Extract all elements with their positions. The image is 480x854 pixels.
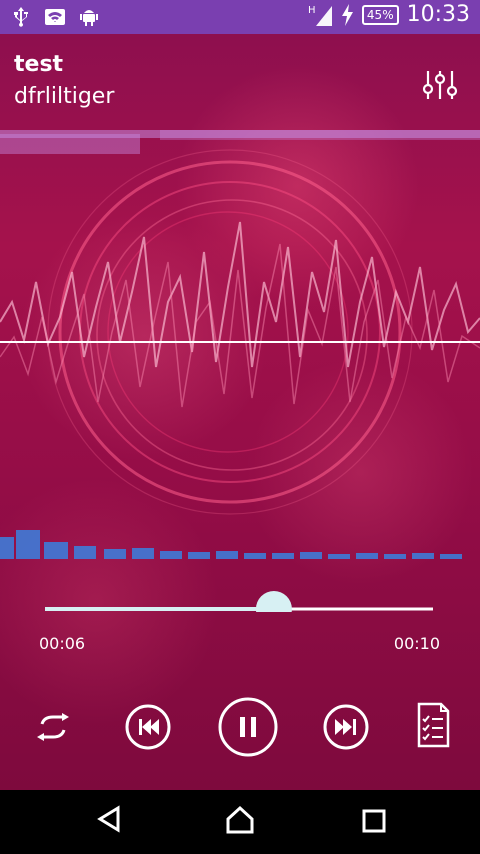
total-time: 00:10: [393, 634, 440, 653]
charging-icon: [341, 3, 353, 26]
skip-next-icon[interactable]: [322, 703, 370, 751]
signal-icon: H: [308, 5, 332, 26]
skip-previous-icon[interactable]: [124, 703, 172, 751]
circular-waveform: [47, 149, 413, 515]
wifi-icon: [45, 9, 65, 25]
battery-icon: 45%: [361, 4, 399, 25]
playback-controls: [0, 689, 480, 759]
android-icon: [80, 10, 98, 26]
status-left-icons: [12, 6, 98, 28]
current-time: 00:06: [39, 634, 86, 653]
bottom-spectrum: [0, 530, 462, 559]
usb-icon: [14, 7, 28, 27]
battery-level-text: 45%: [366, 7, 394, 22]
repeat-icon[interactable]: [33, 707, 73, 747]
seek-bar[interactable]: [45, 591, 433, 612]
pause-icon[interactable]: [217, 696, 279, 758]
clock-text: 10:33: [406, 2, 470, 27]
track-title: test: [14, 52, 64, 77]
home-icon[interactable]: [224, 804, 256, 836]
track-artist: dfrliltiger: [14, 84, 115, 109]
back-icon[interactable]: [94, 804, 124, 834]
playlist-icon[interactable]: [413, 701, 453, 749]
player-main: test dfrliltiger 00:06 00:10: [0, 34, 480, 790]
recents-icon[interactable]: [362, 809, 386, 833]
equalizer-icon[interactable]: [422, 67, 458, 103]
audio-visualizer: [0, 130, 480, 612]
navigation-bar: [0, 790, 480, 854]
status-bar: H 45% 10:33: [0, 0, 480, 34]
signal-type-label: H: [308, 5, 316, 16]
status-right-icons: H 45% 10:33: [308, 2, 470, 27]
